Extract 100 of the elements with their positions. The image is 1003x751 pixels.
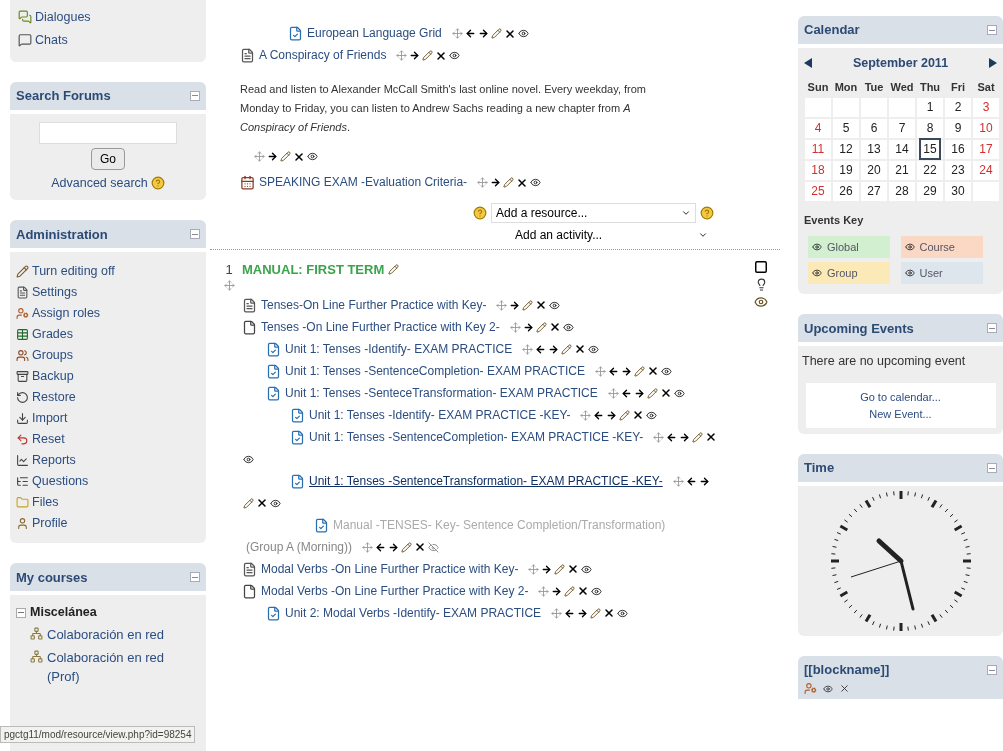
collapse-icon[interactable] — [987, 25, 997, 35]
block-link[interactable]: Dialogues — [35, 8, 91, 27]
arrow-left-icon[interactable] — [620, 387, 632, 399]
help-icon[interactable] — [700, 206, 714, 220]
admin-link[interactable]: Assign roles — [32, 304, 101, 324]
activity-link[interactable]: European Language Grid — [307, 26, 442, 40]
delete-icon[interactable] — [503, 27, 516, 40]
edit-icon[interactable] — [619, 409, 631, 421]
arrow-right-icon[interactable] — [388, 541, 400, 553]
delete-icon[interactable] — [577, 585, 590, 598]
collapse-icon[interactable] — [987, 463, 997, 473]
arrow-right-icon[interactable] — [548, 343, 560, 355]
arrow-left-icon[interactable] — [666, 431, 678, 443]
go-button[interactable]: Go — [91, 147, 125, 170]
calendar-cell[interactable]: 25 — [804, 180, 832, 202]
arrow-right-icon[interactable] — [679, 431, 691, 443]
calendar-cell[interactable]: 5 — [832, 117, 860, 139]
arrow-right-icon[interactable] — [490, 177, 502, 189]
course-link[interactable]: Colaboración en red (Prof) — [47, 647, 200, 687]
arrow-left-icon[interactable] — [593, 409, 605, 421]
category-label[interactable]: Miscelánea — [30, 603, 97, 622]
arrow-left-icon[interactable] — [564, 607, 576, 619]
collapse-icon[interactable] — [190, 90, 200, 101]
edit-icon[interactable] — [388, 264, 400, 276]
day-number[interactable]: 6 — [868, 119, 880, 138]
calendar-cell[interactable]: 28 — [888, 180, 916, 202]
activity-link[interactable]: Tenses -On Line Further Practice with Key 2- — [261, 319, 500, 334]
day-number[interactable]: 18 — [809, 161, 827, 180]
calendar-cell[interactable]: 10 — [972, 117, 1000, 139]
arrow-left-icon[interactable] — [375, 541, 387, 553]
delete-icon[interactable] — [839, 683, 850, 694]
day-number[interactable]: 28 — [893, 182, 911, 201]
activity-link[interactable]: Tenses-On Line Further Practice with Key- — [261, 297, 487, 312]
eye-icon[interactable] — [823, 683, 833, 694]
activity-link[interactable]: SPEAKING EXAM -Evaluation Criteria- — [259, 175, 468, 189]
delete-icon[interactable] — [659, 387, 672, 400]
delete-icon[interactable] — [414, 541, 427, 554]
arrow-right-icon[interactable] — [477, 28, 489, 40]
eye-icon[interactable] — [270, 497, 281, 509]
edit-icon[interactable] — [590, 607, 602, 619]
search-field[interactable] — [39, 121, 177, 144]
eye-icon[interactable] — [673, 387, 685, 399]
calendar-cell[interactable]: 30 — [944, 180, 972, 202]
day-number[interactable]: 14 — [893, 140, 911, 159]
eye-icon[interactable] — [904, 268, 915, 279]
delete-icon[interactable] — [705, 431, 718, 444]
delete-icon[interactable] — [535, 299, 548, 312]
activity-link[interactable]: Unit 1: Tenses -SentenceCompletion- EXAM PRACTICE — [285, 363, 585, 378]
arrow-right-icon[interactable] — [509, 299, 521, 311]
edit-icon[interactable] — [633, 365, 645, 377]
activity-link[interactable]: Unit 2: Modal Verbs -Identify- EXAM PRACTICE — [285, 605, 542, 620]
eye-icon[interactable] — [646, 409, 658, 421]
admin-link[interactable]: Restore — [32, 388, 76, 408]
activity-link[interactable]: Unit 1: Tenses -Identify- EXAM PRACTICE — [285, 341, 513, 356]
move-icon[interactable] — [223, 279, 235, 291]
edit-icon[interactable] — [490, 28, 502, 40]
event-link[interactable]: New Event... — [869, 405, 932, 422]
eye-icon[interactable] — [904, 242, 915, 253]
calendar-cell[interactable]: 16 — [944, 138, 972, 160]
advanced-search-link[interactable]: Advanced search — [51, 173, 148, 193]
arrow-right-icon[interactable] — [698, 475, 710, 487]
day-number[interactable]: 21 — [893, 161, 911, 180]
calendar-cell[interactable]: 9 — [944, 117, 972, 139]
arrow-left-icon[interactable] — [607, 365, 619, 377]
eye-icon[interactable] — [530, 177, 542, 189]
edit-icon[interactable] — [561, 343, 573, 355]
day-number[interactable]: 11 — [809, 140, 827, 159]
edit-icon[interactable] — [692, 431, 704, 443]
admin-link[interactable]: Profile — [32, 514, 68, 534]
activity-link[interactable]: Unit 1: Tenses -SenteceTransformation- EXAM PRACTICE — [285, 385, 598, 400]
add-resource-select[interactable]: Add a resource... — [491, 203, 696, 223]
calendar-cell[interactable]: 26 — [832, 180, 860, 202]
calendar-cell[interactable]: 2 — [944, 96, 972, 118]
delete-icon[interactable] — [603, 607, 616, 620]
eye-icon[interactable] — [449, 50, 461, 62]
admin-link[interactable]: Turn editing off — [32, 262, 115, 282]
activity-link[interactable]: Unit 1: Tenses -SentenceCompletion- EXAM PRACTICE -KEY- — [309, 429, 644, 444]
edit-icon[interactable] — [554, 563, 566, 575]
delete-icon[interactable] — [256, 497, 268, 510]
calendar-cell[interactable]: 21 — [888, 159, 916, 181]
day-number[interactable]: 5 — [840, 119, 852, 138]
admin-link[interactable]: Grades — [32, 325, 73, 345]
collapse-icon[interactable] — [190, 572, 200, 583]
activity-link[interactable]: A Conspiracy of Friends — [259, 48, 387, 62]
event-link[interactable]: Go to calendar... — [860, 389, 941, 406]
day-number[interactable]: 22 — [921, 161, 939, 180]
day-number[interactable]: 8 — [924, 119, 936, 138]
edit-icon[interactable] — [522, 299, 534, 311]
day-number[interactable]: 10 — [977, 119, 995, 138]
activity-link[interactable]: Modal Verbs -On Line Further Practice with Key 2- — [261, 583, 529, 598]
day-number[interactable]: 30 — [949, 182, 967, 201]
edit-icon[interactable] — [646, 387, 658, 399]
day-number[interactable]: 7 — [896, 119, 908, 138]
calendar-cell[interactable]: 7 — [888, 117, 916, 139]
day-number[interactable]: 23 — [949, 161, 967, 180]
eye-icon[interactable] — [549, 299, 561, 311]
edit-icon[interactable] — [280, 151, 291, 163]
collapse-icon[interactable] — [987, 323, 997, 334]
help-icon[interactable] — [473, 206, 487, 220]
calendar-cell[interactable]: 18 — [804, 159, 832, 181]
